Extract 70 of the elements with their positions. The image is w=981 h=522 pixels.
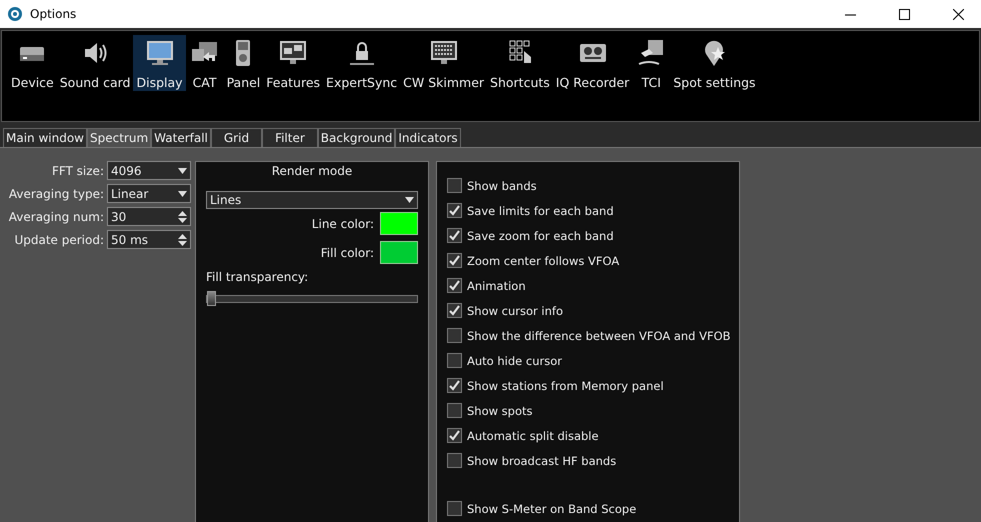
caret-icon bbox=[405, 197, 414, 203]
checkbox[interactable] bbox=[447, 501, 462, 516]
tab[interactable]: Grid bbox=[210, 128, 262, 147]
toolbar-item[interactable]: Sound card bbox=[56, 35, 134, 91]
checkbox[interactable] bbox=[447, 303, 462, 318]
maximize-icon bbox=[898, 8, 910, 20]
toolbar-item[interactable]: Spot settings bbox=[670, 35, 759, 91]
checkbox-label: Show cursor info bbox=[467, 304, 564, 318]
checkbox-label: Auto hide cursor bbox=[467, 354, 562, 368]
dropdown[interactable]: Lines bbox=[206, 191, 418, 209]
checkbox-label: Show the difference between VFOA and VFOB bbox=[467, 328, 731, 342]
app-icon bbox=[8, 7, 22, 21]
tab[interactable]: Waterfall bbox=[151, 128, 211, 147]
checkbox-label: Save zoom for each band bbox=[467, 228, 614, 242]
spin-box[interactable]: 30 bbox=[107, 207, 191, 226]
toolbar-item[interactable]: Shortcuts bbox=[487, 35, 553, 91]
toolbar-item[interactable]: Device bbox=[8, 35, 57, 91]
toolbar-item[interactable]: Features bbox=[263, 35, 324, 91]
field-label: Update period: bbox=[13, 232, 104, 246]
toolbar-item[interactable]: Display bbox=[133, 35, 186, 91]
caret-icon bbox=[178, 168, 187, 174]
caret-icon bbox=[178, 190, 187, 196]
checkbox-label: Show bands bbox=[467, 178, 537, 192]
checkbox-label: Zoom center follows VFOA bbox=[467, 254, 620, 268]
field-label: Averaging num: bbox=[8, 210, 104, 224]
checkbox[interactable] bbox=[447, 278, 462, 293]
checkbox[interactable] bbox=[447, 453, 462, 468]
toolbar-item[interactable]: TCI bbox=[632, 35, 670, 91]
checkbox[interactable] bbox=[447, 428, 462, 443]
toolbar-item[interactable]: CAT bbox=[186, 35, 224, 91]
checkbox[interactable] bbox=[447, 178, 462, 193]
slider-thumb[interactable] bbox=[207, 291, 216, 306]
checkbox[interactable] bbox=[447, 378, 462, 393]
checkbox-label: Animation bbox=[467, 278, 526, 292]
color-swatch[interactable] bbox=[380, 241, 418, 264]
checkbox-label: Show broadcast HF bands bbox=[467, 454, 616, 468]
tab[interactable]: Filter bbox=[262, 128, 318, 147]
group-title: Render mode bbox=[270, 164, 354, 178]
checkbox-label: Show spots bbox=[467, 404, 533, 418]
checkbox-label: Automatic split disable bbox=[467, 428, 599, 442]
checkbox[interactable] bbox=[447, 353, 462, 368]
checkbox-label: Save limits for each band bbox=[467, 204, 614, 218]
slider-label: Fill transparency: bbox=[206, 270, 310, 284]
checkbox-label: Show S-Meter on Band Scope bbox=[467, 502, 636, 516]
color-label: Fill color: bbox=[320, 246, 374, 260]
toolbar-item[interactable]: CW Skimmer bbox=[400, 35, 488, 91]
checkbox[interactable] bbox=[447, 403, 462, 418]
checkbox[interactable] bbox=[447, 228, 462, 243]
spin-arrows-icon bbox=[178, 232, 187, 246]
checkbox[interactable] bbox=[447, 328, 462, 343]
color-swatch[interactable] bbox=[380, 212, 418, 235]
window-title: Options bbox=[30, 7, 78, 21]
close-icon bbox=[952, 8, 964, 20]
color-label: Line color: bbox=[312, 216, 374, 230]
toolbar-item[interactable]: Panel bbox=[224, 35, 264, 91]
checkbox-label: Show stations from Memory panel bbox=[467, 378, 664, 392]
tab[interactable]: Spectrum bbox=[87, 128, 152, 147]
dropdown[interactable]: Linear bbox=[107, 184, 191, 203]
toolbar-item[interactable]: IQ Recorder bbox=[552, 35, 632, 91]
field-label: FFT size: bbox=[50, 164, 104, 178]
field-label: Averaging type: bbox=[8, 186, 104, 200]
spin-arrows-icon bbox=[178, 210, 187, 224]
checkbox[interactable] bbox=[447, 253, 462, 268]
toolbar-item[interactable]: ExpertSync bbox=[323, 35, 400, 91]
spin-box[interactable]: 50 ms bbox=[107, 230, 191, 249]
tab[interactable]: Main window bbox=[3, 128, 87, 147]
dropdown[interactable]: 4096 bbox=[107, 161, 191, 180]
tab[interactable]: Background bbox=[318, 128, 396, 147]
checkbox[interactable] bbox=[447, 203, 462, 218]
tab[interactable]: Indicators bbox=[395, 128, 461, 147]
